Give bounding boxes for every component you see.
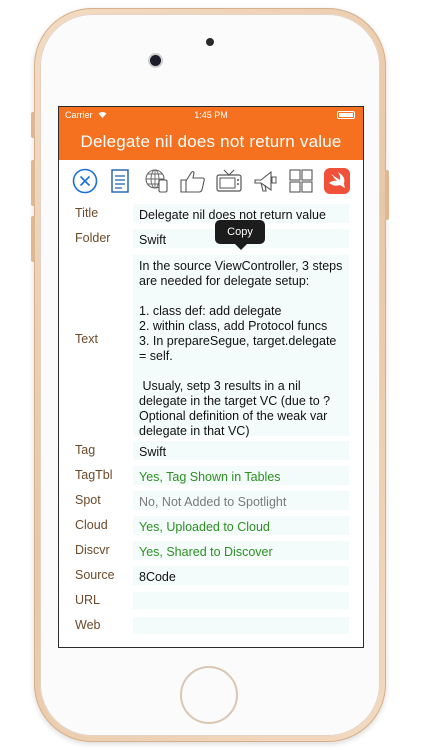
thumbs-up-icon[interactable] <box>179 167 207 195</box>
field-row-url: URL <box>59 589 363 614</box>
status-time: 1:45 PM <box>194 110 228 120</box>
field-label: Cloud <box>75 518 108 532</box>
field-value-text[interactable]: In the source ViewController, 3 steps ar… <box>133 255 349 438</box>
field-row-tag: Tag Swift <box>59 439 363 464</box>
document-icon[interactable] <box>107 167 135 195</box>
volume-up-button <box>31 160 35 206</box>
status-bar: Carrier 1:45 PM <box>59 107 363 124</box>
field-label: URL <box>75 593 101 607</box>
field-row-title: Title Delegate nil does not return value <box>59 202 363 227</box>
field-label: Title <box>75 206 99 220</box>
field-label: Text <box>75 332 98 346</box>
side-button <box>31 112 35 138</box>
megaphone-icon[interactable] <box>251 167 279 195</box>
app-screen: Carrier 1:45 PM Delegate nil does not re… <box>58 106 364 648</box>
battery-icon <box>337 111 355 119</box>
field-list: Title Delegate nil does not return value… <box>59 202 363 639</box>
field-row-web: Web <box>59 614 363 639</box>
power-button <box>385 170 389 220</box>
volume-down-button <box>31 216 35 262</box>
field-row-tagtbl: TagTbl Yes, Tag Shown in Tables <box>59 464 363 489</box>
field-value-url[interactable] <box>133 592 349 609</box>
field-value-spot[interactable]: No, Not Added to Spotlight <box>133 491 349 510</box>
field-value-tag[interactable]: Swift <box>133 441 349 460</box>
page-title: Delegate nil does not return value <box>59 124 363 160</box>
field-row-source: Source 8Code <box>59 564 363 589</box>
field-label: Folder <box>75 231 111 245</box>
field-value-tagtbl[interactable]: Yes, Tag Shown in Tables <box>133 466 349 485</box>
field-value-web[interactable] <box>133 617 349 634</box>
field-value-source[interactable]: 8Code <box>133 566 349 585</box>
field-row-text: Text In the source ViewController, 3 ste… <box>59 252 363 439</box>
field-row-cloud: Cloud Yes, Uploaded to Cloud <box>59 514 363 539</box>
home-button[interactable] <box>180 666 238 724</box>
globe-phone-icon[interactable] <box>143 167 171 195</box>
field-row-folder: Folder Swift <box>59 227 363 252</box>
proximity-sensor-icon <box>206 38 214 46</box>
field-label: Discvr <box>75 543 110 557</box>
swift-icon[interactable] <box>323 167 351 195</box>
field-label: Tag <box>75 443 96 457</box>
front-camera-icon <box>150 55 161 66</box>
field-row-discvr: Discvr Yes, Shared to Discover <box>59 539 363 564</box>
close-circle-icon[interactable] <box>71 167 99 195</box>
tv-icon[interactable] <box>215 167 243 195</box>
toolbar <box>59 160 363 202</box>
field-label: Spot <box>75 493 101 507</box>
grid-icon[interactable] <box>287 167 315 195</box>
field-label: TagTbl <box>75 468 113 482</box>
field-label: Web <box>75 618 101 632</box>
field-value-discvr[interactable]: Yes, Shared to Discover <box>133 541 349 560</box>
field-label: Source <box>75 568 115 582</box>
copy-tooltip[interactable]: Copy <box>215 220 265 250</box>
field-value-cloud[interactable]: Yes, Uploaded to Cloud <box>133 516 349 535</box>
field-row-spot: Spot No, Not Added to Spotlight <box>59 489 363 514</box>
